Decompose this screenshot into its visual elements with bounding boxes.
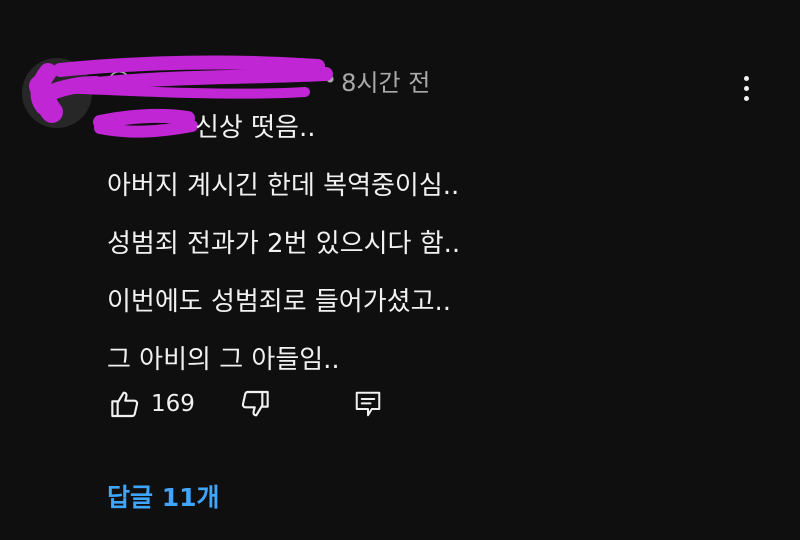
comment-actions: 169 bbox=[107, 384, 386, 424]
thumb-up-icon bbox=[111, 391, 139, 418]
author-handle[interactable]: @ bbox=[107, 66, 317, 94]
like-count: 169 bbox=[151, 391, 195, 417]
comment-timestamp[interactable]: 8시간 전 bbox=[341, 63, 430, 98]
thumb-down-icon bbox=[241, 390, 269, 417]
reply-button[interactable] bbox=[350, 386, 386, 422]
comment-line: 아버지 계시긴 한데 복역중이심.. bbox=[107, 171, 460, 201]
reply-comment-icon bbox=[355, 391, 381, 417]
comment-line: 성범죄 전과가 2번 있으시다 함.. bbox=[107, 229, 461, 259]
separator-dot: • bbox=[323, 66, 338, 94]
more-actions-button[interactable] bbox=[730, 68, 762, 108]
more-vert-icon bbox=[743, 75, 749, 81]
comment-thread: @ • 8시간 전 신상 떳음.. 아버지 계시긴 한데 복역중이심.. 성범죄… bbox=[0, 0, 800, 540]
view-replies-link[interactable]: 답글 11개 bbox=[107, 478, 220, 514]
comment-line: 이번에도 성범죄로 들어가셨고.. bbox=[107, 287, 452, 317]
dislike-button[interactable] bbox=[237, 386, 273, 422]
comment-line: 신상 떳음.. bbox=[195, 113, 316, 143]
like-button[interactable] bbox=[107, 386, 143, 422]
comment-body: 신상 떳음.. 아버지 계시긴 한데 복역중이심.. 성범죄 전과가 2번 있으… bbox=[107, 103, 727, 393]
comment-header: @ • 8시간 전 bbox=[107, 62, 430, 98]
avatar[interactable] bbox=[22, 58, 92, 128]
